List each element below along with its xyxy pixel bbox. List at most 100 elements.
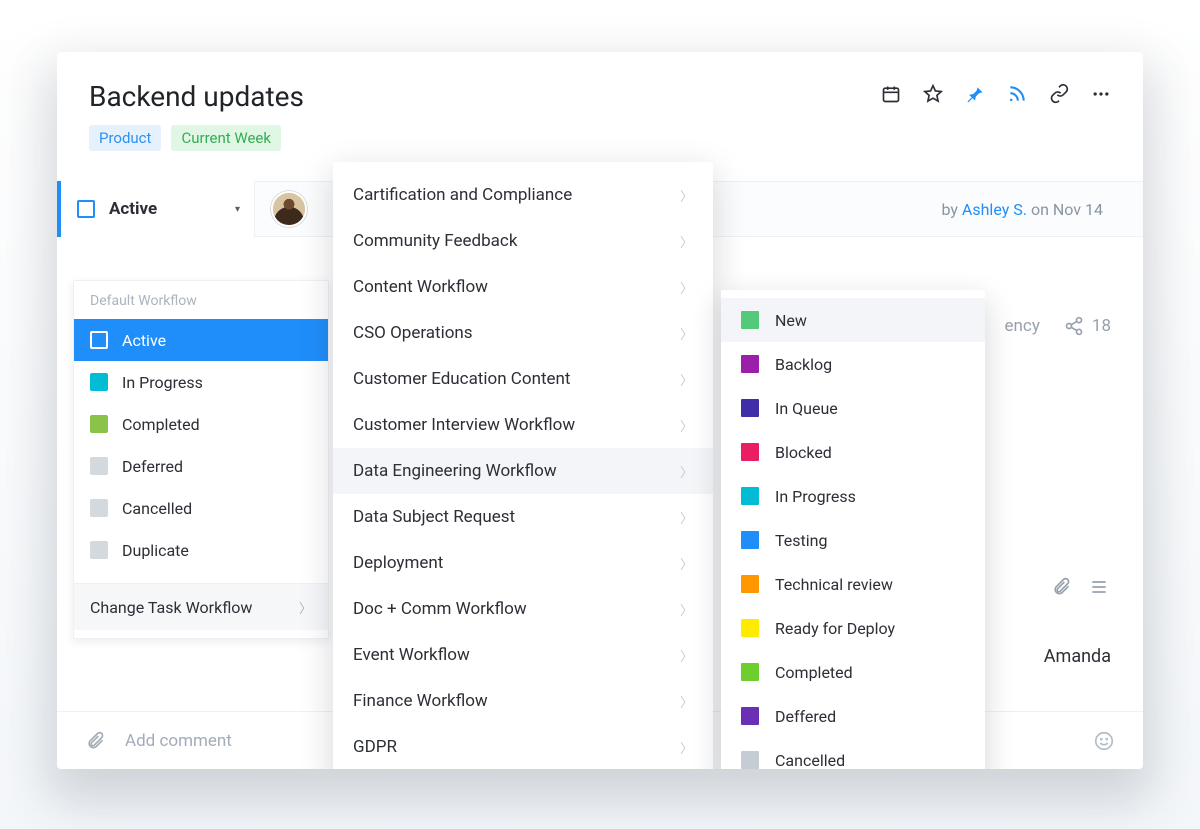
- workflow-option-label: Deployment: [353, 553, 443, 573]
- list-icon[interactable]: [1089, 577, 1109, 597]
- hidden-label-fragment: ency: [1005, 316, 1040, 336]
- chevron-right-icon: 〉: [680, 186, 693, 205]
- workflow-status-option[interactable]: Testing: [721, 518, 985, 562]
- status-option-label: Duplicate: [122, 541, 189, 560]
- assignee-avatar[interactable]: [271, 191, 307, 227]
- byline-prefix: by: [941, 200, 961, 219]
- workflow-option-label: GDPR: [353, 737, 397, 757]
- task-header: Backend updates: [57, 52, 1143, 117]
- workflow-option[interactable]: Community Feedback〉: [333, 218, 713, 264]
- attachment-icon[interactable]: [85, 731, 105, 751]
- workflow-option-label: CSO Operations: [353, 323, 473, 343]
- workflow-status-option[interactable]: Completed: [721, 650, 985, 694]
- calendar-icon[interactable]: [881, 84, 901, 104]
- status-option[interactable]: In Progress: [74, 361, 328, 403]
- workflow-option[interactable]: Event Workflow 〉: [333, 632, 713, 678]
- workflow-option[interactable]: Content Workflow〉: [333, 264, 713, 310]
- workflow-status-label: New: [775, 311, 807, 330]
- workflow-option[interactable]: Finance Workflow 〉: [333, 678, 713, 724]
- status-option-label: Active: [122, 331, 166, 350]
- chevron-right-icon: 〉: [680, 324, 693, 343]
- chevron-right-icon: 〉: [680, 692, 693, 711]
- byline-author[interactable]: Ashley S.: [962, 200, 1027, 219]
- status-dropdown[interactable]: Active ▾: [57, 181, 255, 237]
- share-count[interactable]: 18: [1064, 316, 1111, 336]
- status-swatch-icon: [741, 619, 759, 637]
- byline-date: Nov 14: [1053, 200, 1103, 219]
- workflow-option[interactable]: Data Subject Request 〉: [333, 494, 713, 540]
- status-option-label: In Progress: [122, 373, 203, 392]
- emoji-icon[interactable]: [1093, 730, 1115, 752]
- workflow-option[interactable]: Customer Interview Workflow 〉: [333, 402, 713, 448]
- task-title[interactable]: Backend updates: [89, 80, 304, 113]
- workflow-option-label: Customer Education Content: [353, 369, 570, 389]
- workflow-status-option[interactable]: New: [721, 298, 985, 342]
- workflow-status-label: Ready for Deploy: [775, 619, 895, 638]
- more-icon[interactable]: [1091, 84, 1111, 104]
- star-icon[interactable]: [923, 84, 943, 104]
- chevron-right-icon: 〉: [680, 416, 693, 435]
- workflow-status-option[interactable]: Backlog: [721, 342, 985, 386]
- status-swatch-icon: [741, 311, 759, 329]
- workflow-option[interactable]: CSO Operations 〉: [333, 310, 713, 356]
- subtask-assignee[interactable]: Amanda: [1044, 646, 1111, 667]
- share-count-number: 18: [1092, 316, 1111, 336]
- status-option-label: Completed: [122, 415, 200, 434]
- tag-product[interactable]: Product: [89, 125, 161, 151]
- chevron-right-icon: 〉: [680, 646, 693, 665]
- tag-current-week[interactable]: Current Week: [171, 125, 281, 151]
- change-workflow-button[interactable]: Change Task Workflow 〉: [74, 584, 328, 630]
- workflow-status-label: Cancelled: [775, 751, 845, 770]
- workflow-status-option[interactable]: Deffered: [721, 694, 985, 738]
- workflow-status-option[interactable]: Technical review: [721, 562, 985, 606]
- status-checkbox-icon: [77, 200, 95, 218]
- workflow-option[interactable]: Deployment 〉: [333, 540, 713, 586]
- workflow-menu: Cartification and Compliance〉Community F…: [333, 162, 713, 769]
- status-panel-heading: Default Workflow: [74, 281, 328, 319]
- attachment-icon[interactable]: [1051, 577, 1071, 597]
- workflow-status-option[interactable]: In Queue: [721, 386, 985, 430]
- right-meta-peek: ency 18: [1005, 316, 1111, 336]
- status-swatch-icon: [741, 355, 759, 373]
- status-option[interactable]: Active: [74, 319, 328, 361]
- chevron-right-icon: 〉: [680, 554, 693, 573]
- workflow-status-option[interactable]: In Progress: [721, 474, 985, 518]
- byline: by Ashley S. on Nov 14: [941, 200, 1103, 219]
- status-option[interactable]: Duplicate: [74, 529, 328, 571]
- workflow-status-label: Deffered: [775, 707, 836, 726]
- status-swatch-icon: [90, 457, 108, 475]
- status-swatch-icon: [90, 499, 108, 517]
- pin-icon[interactable]: [965, 84, 985, 104]
- status-swatch-icon: [90, 415, 108, 433]
- workflow-option[interactable]: Data Engineering Workflow〉: [333, 448, 713, 494]
- change-workflow-label: Change Task Workflow: [90, 598, 252, 617]
- caret-down-icon: ▾: [235, 204, 240, 215]
- chevron-right-icon: 〉: [680, 600, 693, 619]
- status-option[interactable]: Completed: [74, 403, 328, 445]
- status-option[interactable]: Cancelled: [74, 487, 328, 529]
- workflow-option[interactable]: Cartification and Compliance〉: [333, 172, 713, 218]
- workflow-status-label: Blocked: [775, 443, 832, 462]
- workflow-option[interactable]: Doc + Comm Workflow〉: [333, 586, 713, 632]
- workflow-option-label: Customer Interview Workflow: [353, 415, 575, 435]
- header-actions: [881, 84, 1111, 104]
- workflow-status-option[interactable]: Ready for Deploy: [721, 606, 985, 650]
- status-option-label: Cancelled: [122, 499, 192, 518]
- link-icon[interactable]: [1049, 84, 1069, 104]
- status-swatch-icon: [741, 487, 759, 505]
- workflow-option-label: Finance Workflow: [353, 691, 488, 711]
- workflow-status-option[interactable]: Cancelled: [721, 738, 985, 769]
- workflow-option-label: Data Subject Request: [353, 507, 515, 527]
- workflow-option-label: Event Workflow: [353, 645, 470, 665]
- workflow-option[interactable]: Customer Education Content〉: [333, 356, 713, 402]
- chevron-right-icon: 〉: [680, 508, 693, 527]
- rss-icon[interactable]: [1007, 84, 1027, 104]
- status-option[interactable]: Deferred: [74, 445, 328, 487]
- workflow-option[interactable]: GDPR〉: [333, 724, 713, 769]
- workflow-status-option[interactable]: Blocked: [721, 430, 985, 474]
- workflow-status-label: In Queue: [775, 399, 838, 418]
- comment-input[interactable]: Add comment: [125, 731, 232, 751]
- status-swatch-icon: [741, 575, 759, 593]
- chevron-right-icon: 〉: [680, 232, 693, 251]
- chevron-right-icon: 〉: [680, 462, 693, 481]
